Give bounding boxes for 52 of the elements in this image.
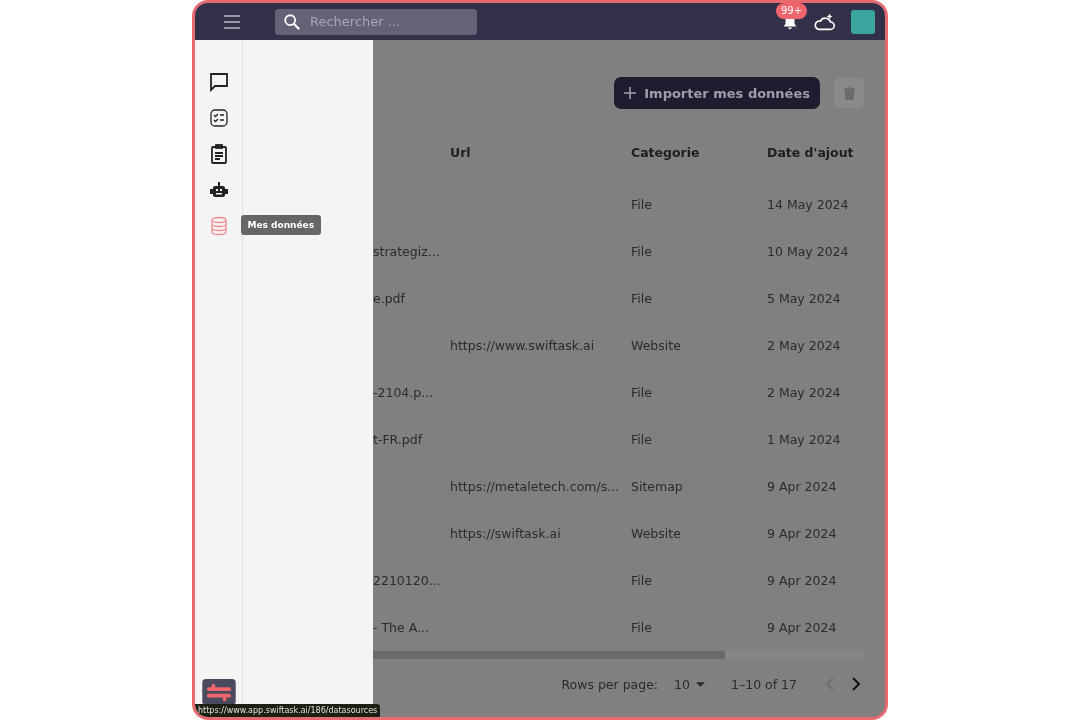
- table-cell: 9 Apr 2024: [767, 526, 837, 541]
- chat-icon[interactable]: [208, 72, 229, 92]
- robot-icon[interactable]: [208, 180, 229, 200]
- table-cell: File: [631, 432, 652, 447]
- table-cell: Website: [631, 338, 681, 353]
- table-cell: 2 May 2024: [767, 338, 841, 353]
- next-page-icon[interactable]: [851, 677, 861, 691]
- table-cell: e.pdf: [373, 291, 405, 306]
- table-cell: 9 Apr 2024: [767, 573, 837, 588]
- table-cell: File: [631, 385, 652, 400]
- table-cell: File: [631, 197, 652, 212]
- table-cell: 14 May 2024: [767, 197, 849, 212]
- column-header[interactable]: Categorie: [631, 144, 767, 160]
- table-cell: 2 May 2024: [767, 385, 841, 400]
- logo-icon[interactable]: [200, 679, 237, 705]
- notification-badge: 99+: [776, 3, 808, 19]
- horizontal-scrollbar[interactable]: [373, 651, 865, 659]
- search-field[interactable]: Rechercher ...: [275, 8, 477, 35]
- caret-icon: [696, 681, 705, 687]
- checklist-icon[interactable]: [208, 108, 229, 128]
- table-cell: Website: [631, 526, 681, 541]
- table-cell: 1 May 2024: [767, 432, 841, 447]
- trash-icon: [843, 86, 855, 100]
- table-cell: - The A...: [373, 620, 429, 635]
- table-cell: 9 Apr 2024: [767, 479, 837, 494]
- table-cell: Sitemap: [631, 479, 683, 494]
- table-cell: 2210120...: [373, 573, 441, 588]
- column-header[interactable]: Date d'ajout: [767, 144, 865, 160]
- column-header[interactable]: Url: [450, 144, 631, 160]
- tooltip: Mes données: [240, 215, 322, 235]
- plus-icon: [624, 87, 637, 99]
- table-cell: https://www.swiftask.ai: [450, 338, 595, 353]
- rows-per-page-select[interactable]: 10: [674, 676, 705, 692]
- table-cell: -2104.p...: [373, 385, 434, 400]
- avatar[interactable]: [851, 9, 875, 34]
- table-cell: File: [631, 573, 652, 588]
- clipboard-icon[interactable]: [208, 144, 229, 164]
- table-cell: File: [631, 620, 652, 635]
- table-cell: 9 Apr 2024: [767, 620, 837, 635]
- table-cell: strategiz...: [373, 244, 440, 259]
- table-cell: t-FR.pdf: [373, 432, 423, 447]
- import-button[interactable]: Importer mes données: [614, 77, 820, 109]
- page-range: 1–10 of 17: [731, 676, 797, 692]
- table-cell: 5 May 2024: [767, 291, 841, 306]
- table-cell: https://swiftask.ai: [450, 526, 561, 541]
- table-cell: https://metaletech.com/s...: [450, 479, 620, 494]
- rows-per-page-label: Rows per page:: [561, 676, 659, 692]
- table-cell: 10 May 2024: [767, 244, 849, 259]
- menu-icon[interactable]: [223, 14, 241, 29]
- table-cell: File: [631, 291, 652, 306]
- status-url: https://www.app.swiftask.ai/186/datasources: [195, 704, 381, 717]
- table-cell: File: [631, 244, 652, 259]
